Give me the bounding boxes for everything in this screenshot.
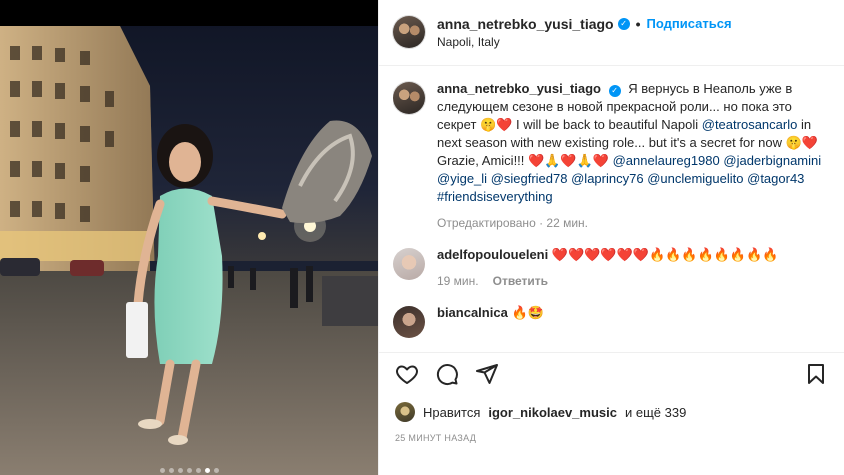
commenter-username[interactable]: adelfopoulouelenі bbox=[437, 247, 548, 262]
caption-meta: Отредактировано · 22 мин. bbox=[437, 214, 833, 232]
separator-dot: • bbox=[635, 15, 641, 32]
caption-username[interactable]: anna_netrebko_yusi_tiago bbox=[437, 81, 601, 96]
hashtag-link[interactable]: #friendsiseverything bbox=[437, 189, 553, 204]
caption-edited-time: Отредактировано · 22 мин. bbox=[437, 216, 588, 230]
commenter-avatar[interactable] bbox=[393, 306, 425, 338]
comment-icon[interactable] bbox=[433, 360, 461, 388]
verified-badge-icon: ✓ bbox=[608, 85, 621, 97]
verified-badge-icon: ✓ bbox=[617, 17, 630, 30]
location-link[interactable]: Napoli, Italy bbox=[437, 35, 732, 49]
author-username[interactable]: anna_netrebko_yusi_tiago bbox=[437, 16, 614, 32]
photo-scene bbox=[0, 26, 378, 475]
likes-count[interactable]: и ещё 339 bbox=[625, 405, 686, 420]
mention-link[interactable]: @laprincy76 bbox=[571, 171, 643, 186]
action-bar bbox=[393, 360, 830, 388]
carousel-dot bbox=[168, 468, 174, 473]
carousel-dot bbox=[213, 468, 219, 473]
reply-button[interactable]: Ответить bbox=[493, 272, 548, 290]
likes-summary: Нравится igor_nikolaev_music и ещё 339 bbox=[395, 402, 686, 422]
comment-text: ❤️❤️❤️❤️❤️❤️🔥🔥🔥🔥🔥🔥🔥🔥 bbox=[551, 247, 779, 262]
caption-avatar[interactable] bbox=[393, 82, 425, 114]
carousel-dot-active bbox=[204, 468, 210, 473]
header-divider bbox=[379, 65, 844, 66]
comment: adelfopoulouelenі ❤️❤️❤️❤️❤️❤️🔥🔥🔥🔥🔥🔥🔥🔥 1… bbox=[393, 246, 833, 290]
mention-link[interactable]: @yige_li bbox=[437, 171, 487, 186]
mention-link[interactable]: @jaderbignamini bbox=[723, 153, 821, 168]
mention-link[interactable]: @annelaureg1980 bbox=[613, 153, 720, 168]
mention-link[interactable]: @tagor43 bbox=[747, 171, 804, 186]
comment: biancalnica 🔥🤩 bbox=[393, 304, 833, 338]
bookmark-icon[interactable] bbox=[802, 360, 830, 388]
liker-avatar[interactable] bbox=[395, 402, 415, 422]
caption: anna_netrebko_yusi_tiago ✓ Я вернусь в Н… bbox=[393, 80, 833, 232]
carousel-dot bbox=[195, 468, 201, 473]
comments-section: anna_netrebko_yusi_tiago ✓ Я вернусь в Н… bbox=[393, 80, 833, 350]
follow-button[interactable]: Подписаться bbox=[647, 16, 732, 31]
mention-link[interactable]: @teatrosancarlo bbox=[702, 117, 798, 132]
carousel-dot bbox=[186, 468, 192, 473]
post-header: anna_netrebko_yusi_tiago ✓ • Подписаться… bbox=[393, 14, 732, 50]
caption-text-en-1: I will be back to beautiful Napoli bbox=[516, 117, 699, 132]
comment-time: 19 мин. bbox=[437, 274, 479, 288]
photo-top-bar bbox=[0, 0, 378, 26]
heart-icon[interactable] bbox=[393, 360, 421, 388]
liker-username[interactable]: igor_nikolaev_music bbox=[488, 405, 617, 420]
carousel-dot bbox=[177, 468, 183, 473]
mention-link[interactable]: @unclemiguelito bbox=[647, 171, 743, 186]
post-sidebar: anna_netrebko_yusi_tiago ✓ • Подписаться… bbox=[378, 0, 844, 475]
actions-divider bbox=[379, 352, 844, 353]
author-avatar[interactable] bbox=[393, 16, 425, 48]
post-timestamp[interactable]: 25 МИНУТ НАЗАД bbox=[395, 433, 476, 443]
commenter-username[interactable]: biancalnica bbox=[437, 305, 508, 320]
likes-prefix: Нравится bbox=[423, 404, 481, 420]
carousel-indicator bbox=[0, 468, 378, 473]
carousel-dot bbox=[159, 468, 165, 473]
mention-link[interactable]: @siegfried78 bbox=[491, 171, 568, 186]
comment-text: 🔥🤩 bbox=[511, 305, 544, 320]
share-icon[interactable] bbox=[473, 360, 501, 388]
commenter-avatar[interactable] bbox=[393, 248, 425, 280]
post-photo[interactable] bbox=[0, 0, 378, 475]
